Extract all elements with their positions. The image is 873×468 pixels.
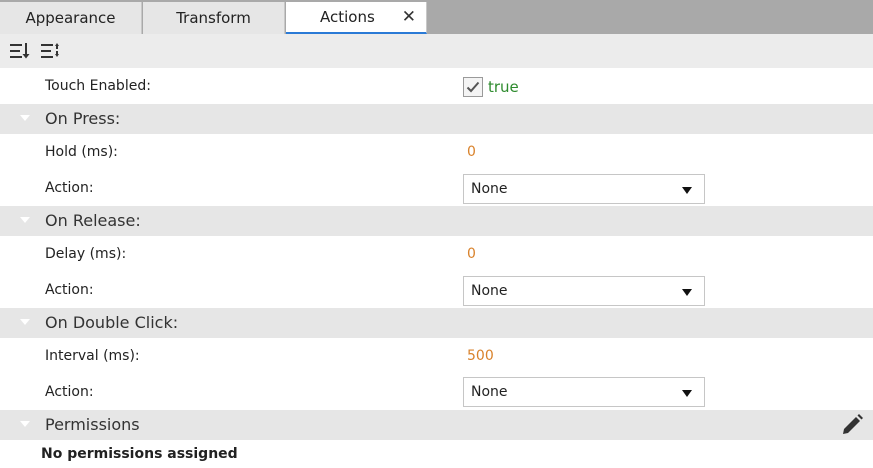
select-value: None: [471, 384, 508, 400]
sort-list-icon[interactable]: [9, 41, 31, 61]
categorize-list-icon[interactable]: [40, 41, 62, 61]
dropdown-arrow-icon: [682, 187, 692, 194]
pencil-icon[interactable]: [839, 412, 865, 438]
select-value: None: [471, 283, 508, 299]
release-action-select[interactable]: None: [463, 276, 705, 306]
collapse-triangle-icon[interactable]: [20, 115, 30, 121]
double-click-action-row: Action: None: [0, 374, 873, 410]
dropdown-arrow-icon: [682, 390, 692, 397]
collapse-triangle-icon[interactable]: [20, 319, 30, 325]
press-action-label: Action:: [45, 180, 94, 196]
section-permissions[interactable]: Permissions: [0, 410, 873, 440]
double-click-action-label: Action:: [45, 384, 94, 400]
touch-enabled-value: true: [488, 78, 519, 96]
hold-row: Hold (ms): 0: [0, 134, 873, 170]
delay-label: Delay (ms):: [45, 246, 127, 262]
release-action-label: Action:: [45, 282, 94, 298]
section-title: On Press:: [45, 109, 121, 128]
tab-bar: Appearance Transform Actions ✕: [0, 0, 873, 34]
toolbar: [0, 34, 873, 68]
tab-transform[interactable]: Transform: [143, 2, 285, 34]
touch-enabled-label: Touch Enabled:: [45, 78, 151, 94]
touch-enabled-row: Touch Enabled: true: [0, 68, 873, 104]
section-on-double-click[interactable]: On Double Click:: [0, 308, 873, 338]
section-on-release[interactable]: On Release:: [0, 206, 873, 236]
hold-value[interactable]: 0: [467, 144, 476, 160]
collapse-triangle-icon[interactable]: [20, 421, 30, 427]
section-title: On Double Click:: [45, 313, 179, 332]
interval-row: Interval (ms): 500: [0, 338, 873, 374]
checkmark-icon: [466, 81, 480, 93]
release-action-row: Action: None: [0, 272, 873, 308]
select-value: None: [471, 181, 508, 197]
press-action-select[interactable]: None: [463, 174, 705, 204]
tab-actions[interactable]: Actions ✕: [286, 2, 427, 34]
hold-label: Hold (ms):: [45, 144, 118, 160]
tab-label: Transform: [176, 9, 251, 27]
tab-label: Actions: [320, 8, 375, 26]
interval-label: Interval (ms):: [45, 348, 140, 364]
interval-value[interactable]: 500: [467, 348, 494, 364]
collapse-triangle-icon[interactable]: [20, 217, 30, 223]
touch-enabled-checkbox[interactable]: [463, 77, 483, 97]
section-on-press[interactable]: On Press:: [0, 104, 873, 134]
delay-value[interactable]: 0: [467, 246, 476, 262]
dropdown-arrow-icon: [682, 289, 692, 296]
press-action-row: Action: None: [0, 170, 873, 206]
delay-row: Delay (ms): 0: [0, 236, 873, 272]
double-click-action-select[interactable]: None: [463, 377, 705, 407]
section-title: On Release:: [45, 211, 141, 230]
close-icon[interactable]: ✕: [402, 8, 416, 26]
no-permissions-text: No permissions assigned: [41, 446, 238, 462]
tab-label: Appearance: [25, 9, 116, 27]
section-title: Permissions: [45, 415, 140, 434]
tab-appearance[interactable]: Appearance: [0, 2, 142, 34]
